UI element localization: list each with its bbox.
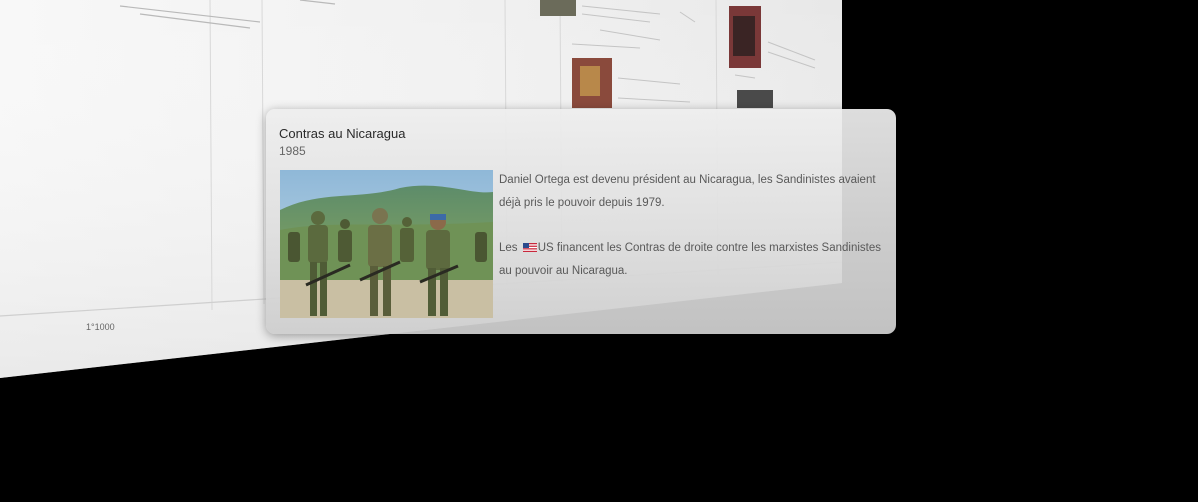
event-title: Contras au Nicaragua — [279, 126, 406, 141]
event-description: Daniel Ortega est devenu président au Ni… — [499, 169, 884, 283]
description-paragraph-1: Daniel Ortega est devenu président au Ni… — [499, 174, 876, 209]
screen: 1°1000 Contras au Nicaragua 1985 Daniel … — [0, 0, 1198, 502]
event-detail-card: Contras au Nicaragua 1985 Daniel Ortega … — [266, 109, 896, 334]
soldiers-photo — [280, 170, 493, 318]
paragraph-2-prefix: Les — [499, 242, 521, 254]
timeline-axis-label: 1°1000 — [86, 322, 115, 332]
paragraph-2-rest: financent les Contras de droite contre l… — [499, 242, 882, 277]
description-paragraph-2: Les US financent les Contras de droite c… — [499, 237, 884, 283]
paragraph-2-country: US — [537, 242, 554, 254]
us-flag-icon — [522, 243, 537, 252]
event-year: 1985 — [279, 144, 306, 158]
